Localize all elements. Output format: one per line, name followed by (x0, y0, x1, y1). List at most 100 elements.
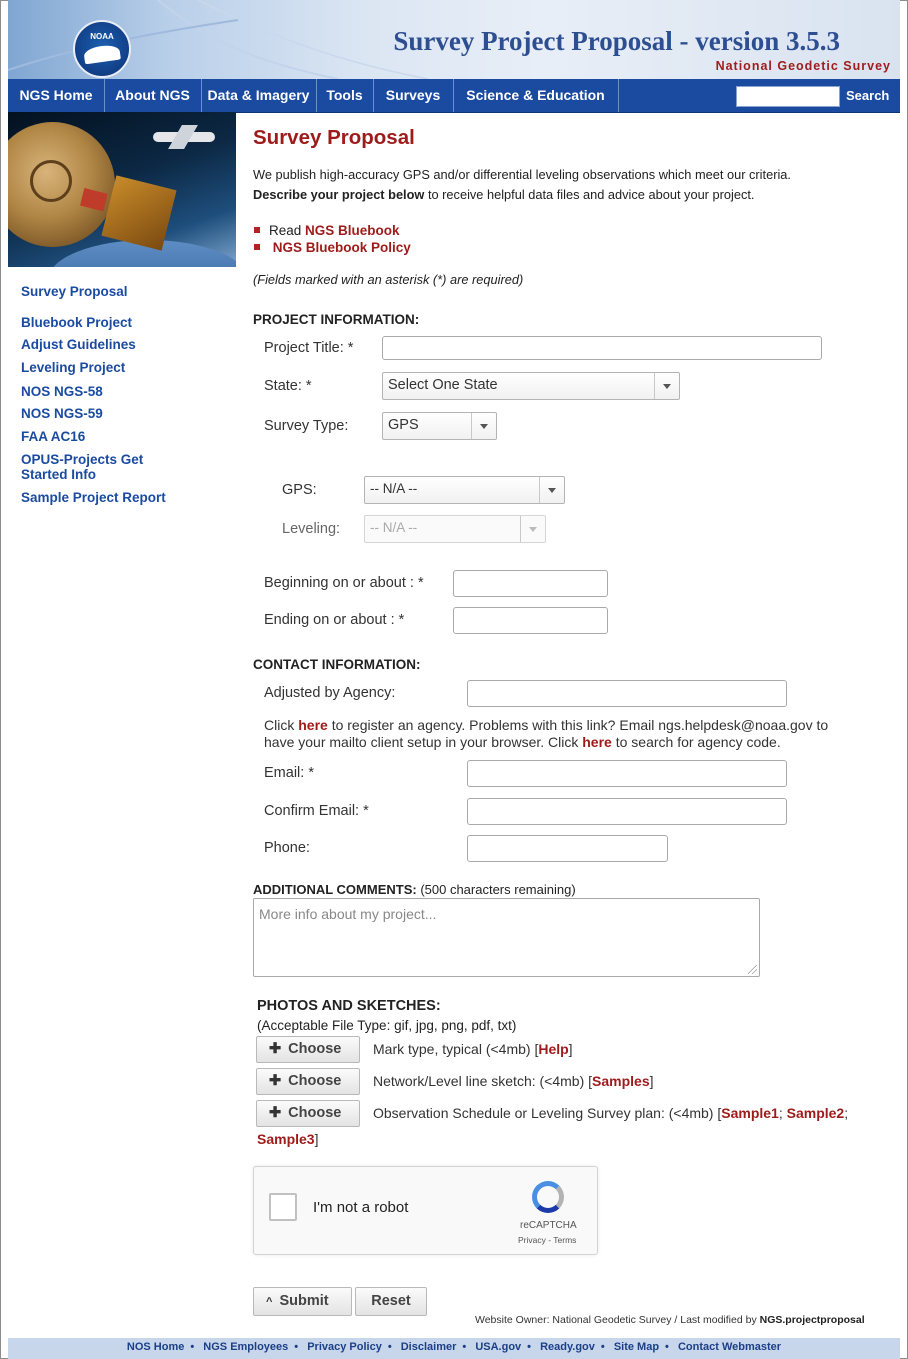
sidebar-item-opus-projects[interactable]: OPUS-Projects Get (21, 452, 143, 467)
comments-textarea[interactable]: More info about my project... (253, 898, 760, 977)
sample2-link[interactable]: Sample2 (787, 1105, 845, 1121)
sidebar-item-leveling-project[interactable]: Leveling Project (21, 360, 125, 375)
gps-label: GPS: (282, 482, 317, 498)
noaa-bird-icon (83, 43, 121, 65)
choose-mark-type-button[interactable]: ✚ Choose (256, 1036, 360, 1063)
nav-surveys[interactable]: Surveys (373, 79, 454, 112)
agency-help-part4: to search for agency code. (611, 734, 781, 750)
samples-link[interactable]: Samples (592, 1073, 650, 1089)
state-label: State: * (264, 378, 312, 394)
sidebar-item-adjust-guidelines[interactable]: Adjust Guidelines (21, 337, 136, 352)
submit-button[interactable]: ^ Submit (253, 1287, 352, 1316)
photo-row-1: Mark type, typical (<4mb) [Help] (373, 1041, 573, 1057)
photo-row-2: Network/Level line sketch: (<4mb) [Sampl… (373, 1073, 654, 1089)
nav-about-ngs[interactable]: About NGS (104, 79, 202, 112)
email-input[interactable] (467, 760, 787, 787)
sample1-link[interactable]: Sample1 (721, 1105, 779, 1121)
footer-owner-text: Website Owner: National Geodetic Survey … (475, 1314, 760, 1326)
noaa-logo-text: NOAA (90, 32, 114, 41)
sidebar-item-survey-proposal[interactable]: Survey Proposal (21, 284, 128, 299)
recaptcha-terms-link[interactable]: Privacy - Terms (518, 1235, 576, 1245)
sidebar-item-bluebook-project[interactable]: Bluebook Project (21, 315, 132, 330)
footer-link-privacy-policy[interactable]: Privacy Policy (307, 1341, 382, 1353)
search-input[interactable] (736, 86, 840, 107)
footer-link-disclaimer[interactable]: Disclaimer (401, 1341, 457, 1353)
footer-link-ready-gov[interactable]: Ready.gov (540, 1341, 595, 1353)
project-info-heading: PROJECT INFORMATION: (253, 312, 420, 327)
survey-type-select[interactable]: GPS (382, 412, 497, 440)
photo-row-2-text: Network/Level line sketch: (<4mb) [ (373, 1073, 593, 1089)
end-date-input[interactable] (453, 607, 608, 634)
section-title: Survey Proposal (253, 126, 415, 149)
page-subtitle: National Geodetic Survey (715, 59, 891, 73)
bluebook-policy-link[interactable]: NGS Bluebook Policy (273, 240, 411, 255)
register-agency-link[interactable]: here (298, 717, 328, 733)
noaa-logo[interactable]: NOAA (73, 20, 131, 78)
photos-heading: PHOTOS AND SKETCHES: (257, 998, 441, 1014)
leveling-label: Leveling: (282, 521, 341, 537)
sidebar-item-faa-ac16[interactable]: FAA AC16 (21, 429, 85, 444)
phone-input[interactable] (467, 835, 668, 862)
agency-input[interactable] (467, 680, 787, 707)
photo-row-3: Observation Schedule or Leveling Survey … (373, 1105, 849, 1121)
photo-row-3-text: Observation Schedule or Leveling Survey … (373, 1105, 722, 1121)
nav-science-education[interactable]: Science & Education (453, 79, 619, 112)
recaptcha-label: I'm not a robot (313, 1199, 409, 1216)
photo-row-3-cont: Sample3] (257, 1131, 319, 1147)
separator-dot-icon: • (527, 1341, 532, 1353)
resize-grip-icon[interactable] (748, 965, 757, 974)
confirm-email-label: Confirm Email: * (264, 803, 369, 819)
recaptcha-brand: reCAPTCHA (520, 1220, 577, 1231)
search-agency-link[interactable]: here (582, 734, 612, 750)
intro-line-2: Describe your project below to receive h… (253, 187, 754, 202)
confirm-email-input[interactable] (467, 798, 787, 825)
footer-link-contact-webmaster[interactable]: Contact Webmaster (678, 1341, 781, 1353)
main-nav: NGS Home About NGS Data & Imagery Tools … (8, 79, 900, 113)
nav-ngs-home[interactable]: NGS Home (8, 79, 105, 112)
bullet-prefix: Read (269, 223, 306, 238)
survey-type-label: Survey Type: (264, 418, 349, 434)
footer-link-nos-home[interactable]: NOS Home (127, 1341, 184, 1353)
choose-network-sketch-button[interactable]: ✚ Choose (256, 1068, 360, 1095)
gps-select-value: -- N/A -- (370, 481, 418, 496)
sidebar-item-sample-report[interactable]: Sample Project Report (21, 490, 166, 505)
help-link[interactable]: Help (538, 1041, 568, 1057)
intro-line-2-rest: to receive helpful data files and advice… (424, 187, 755, 202)
recaptcha-widget: I'm not a robot reCAPTCHA Privacy - Term… (253, 1166, 598, 1255)
search-button[interactable]: Search (846, 79, 889, 112)
bluebook-link[interactable]: NGS Bluebook (305, 223, 400, 238)
separator-dot-icon: • (665, 1341, 669, 1353)
bullet-bluebook-policy: NGS Bluebook Policy (254, 240, 411, 255)
nav-tools[interactable]: Tools (316, 79, 374, 112)
footer-links: NOS Home • NGS Employees • Privacy Policy •… (8, 1341, 900, 1353)
gps-select[interactable]: -- N/A -- (364, 476, 565, 504)
separator-dot-icon: • (190, 1341, 195, 1353)
footer-link-usa-gov[interactable]: USA.gov (475, 1341, 521, 1353)
nav-data-imagery[interactable]: Data & Imagery (201, 79, 317, 112)
intro-line-2-bold: Describe your project below (253, 187, 425, 202)
project-title-input[interactable] (382, 336, 822, 360)
agency-help-part1: Click (264, 717, 299, 733)
begin-date-input[interactable] (453, 570, 608, 597)
sample3-link[interactable]: Sample3 (257, 1131, 315, 1147)
chevron-down-icon (471, 413, 496, 439)
begin-date-label: Beginning on or about : * (264, 575, 424, 591)
ngs-collage-image (8, 112, 236, 267)
sidebar-item-nos-ngs-59[interactable]: NOS NGS-59 (21, 406, 103, 421)
state-select[interactable]: Select One State (382, 372, 680, 400)
recaptcha-checkbox[interactable] (269, 1193, 297, 1221)
separator-dot-icon: • (294, 1341, 299, 1353)
project-title-label: Project Title: * (264, 340, 354, 356)
footer-link-site-map[interactable]: Site Map (614, 1341, 659, 1353)
photos-file-types: (Acceptable File Type: gif, jpg, png, pd… (257, 1018, 517, 1033)
footer-link-ngs-employees[interactable]: NGS Employees (203, 1341, 288, 1353)
reset-button[interactable]: Reset (355, 1287, 427, 1316)
end-date-label: Ending on or about : * (264, 612, 405, 628)
plus-icon: ✚ (269, 1073, 282, 1089)
sidebar-item-nos-ngs-58[interactable]: NOS NGS-58 (21, 384, 103, 399)
sidebar-item-opus-projects-line2[interactable]: Started Info (21, 467, 96, 482)
survey-type-value: GPS (388, 417, 419, 433)
choose-observation-schedule-button[interactable]: ✚ Choose (256, 1100, 360, 1127)
choose-label: Choose (288, 1105, 342, 1121)
comments-placeholder: More info about my project... (259, 906, 437, 922)
